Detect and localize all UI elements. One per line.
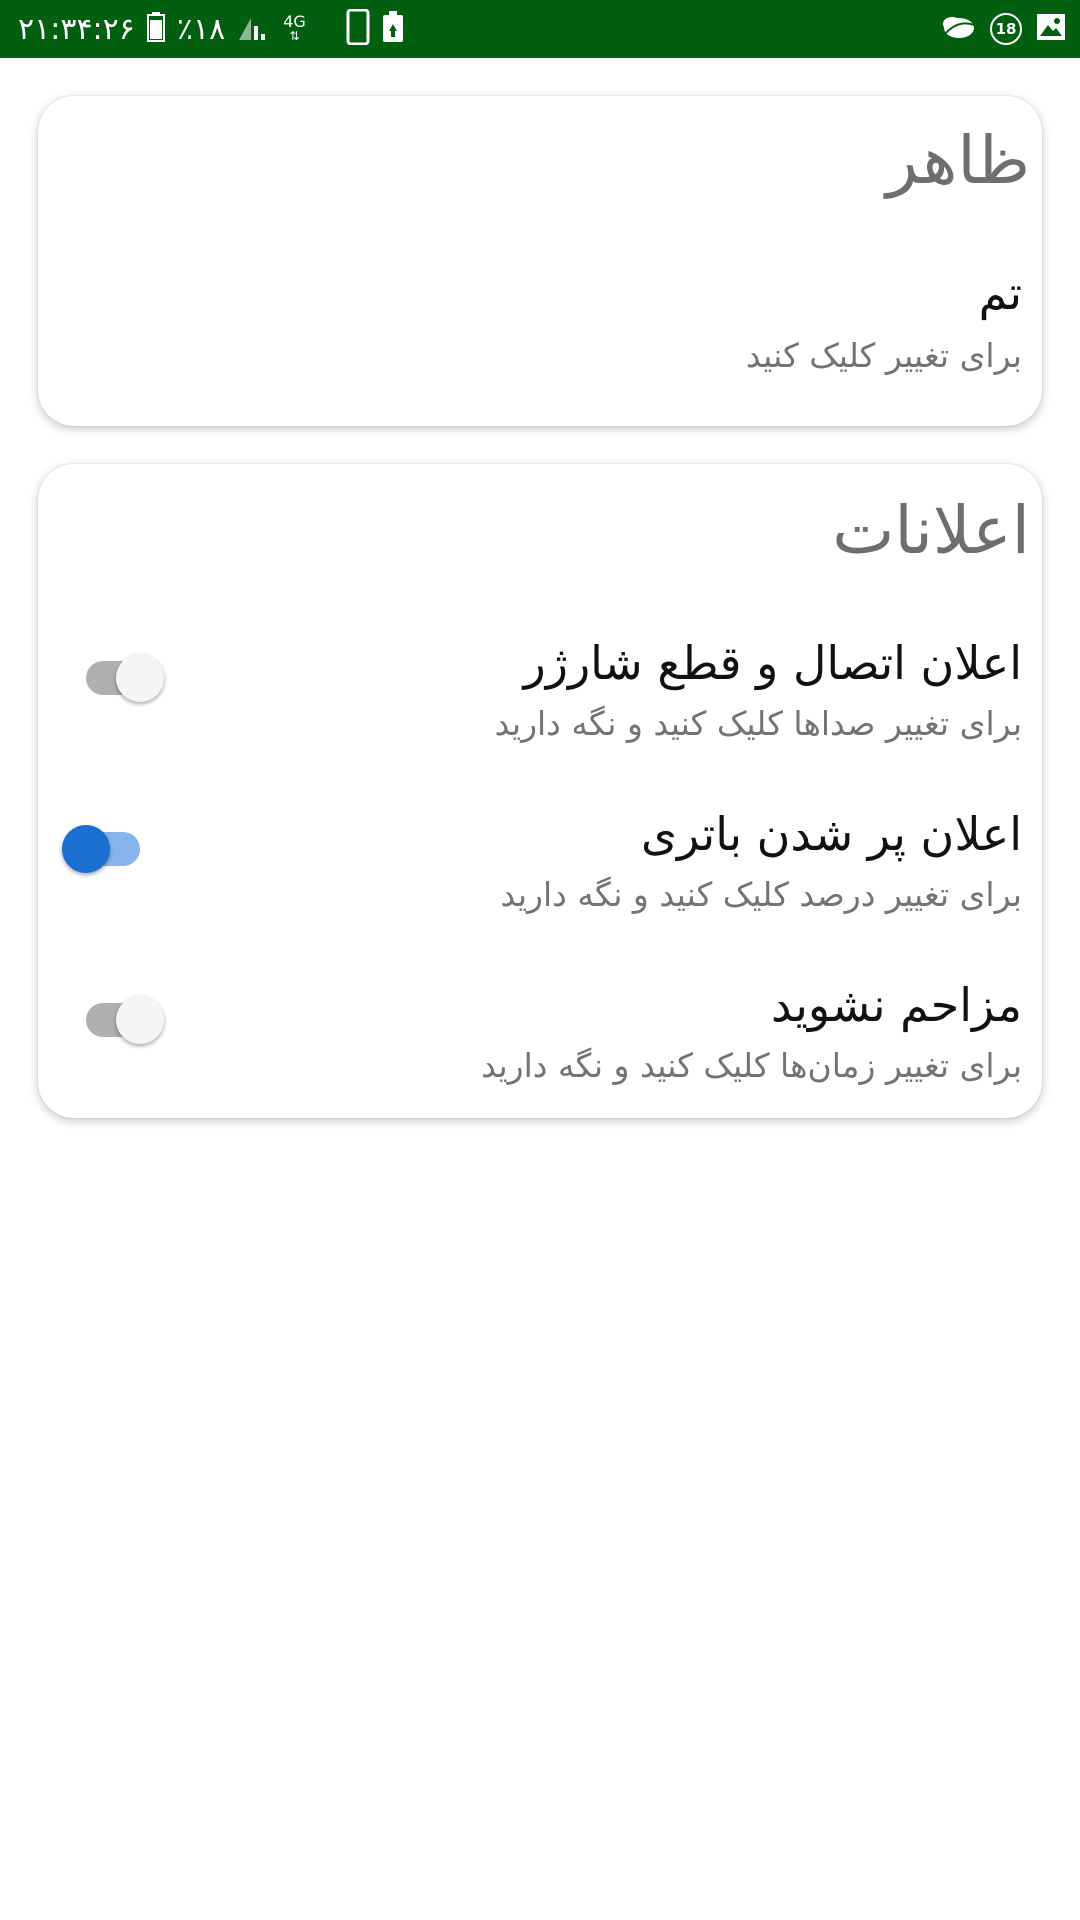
status-bar: ۲۱:۳۴:۲۶ ٪۱۸ 4G ⇅ 18 (0, 0, 1080, 58)
battery-percent: ٪۱۸ (176, 11, 226, 47)
image-icon (1036, 13, 1066, 45)
do-not-disturb-summary: برای تغییر زمان‌ها کلیک کنید و نگه دارید (481, 1046, 1022, 1085)
switch-thumb (116, 996, 164, 1044)
signal-icon (237, 12, 271, 46)
battery-icon (146, 12, 165, 46)
charger-notification-title: اعلان اتصال و قطع شارژر (523, 636, 1022, 690)
status-bar-left: ۲۱:۳۴:۲۶ ٪۱۸ 4G ⇅ (18, 0, 404, 58)
appearance-card: ظاهر تم برای تغییر کلیک کنید (38, 96, 1042, 426)
do-not-disturb-switch[interactable] (74, 992, 164, 1048)
battery-full-notification-title: اعلان پر شدن باتری (641, 807, 1022, 861)
switch-thumb (62, 825, 110, 873)
battery-full-notification-summary: برای تغییر درصد کلیک کنید و نگه دارید (500, 875, 1022, 914)
status-bar-right: 18 (940, 0, 1066, 58)
theme-summary: برای تغییر کلیک کنید (745, 336, 1022, 375)
charger-notification-preference[interactable]: اعلان اتصال و قطع شارژر برای تغییر صداها… (38, 636, 1042, 786)
network-type-icon: 4G ⇅ (283, 12, 306, 44)
do-not-disturb-title: مزاحم نشوید (770, 978, 1022, 1032)
notification-count-badge: 18 (990, 13, 1022, 45)
notifications-card: اعلانات اعلان اتصال و قطع شارژر برای تغی… (38, 464, 1042, 1118)
section-title-appearance: ظاهر (886, 122, 1030, 199)
battery-full-notification-switch[interactable] (62, 821, 152, 877)
phone-icon (346, 8, 370, 49)
theme-preference[interactable]: تم برای تغییر کلیک کنید (38, 256, 1042, 406)
theme-title: تم (978, 266, 1022, 320)
battery-saver-icon (382, 11, 404, 47)
section-title-notifications: اعلانات (832, 492, 1030, 569)
cloud-icon (940, 13, 976, 45)
charger-notification-summary: برای تغییر صداها کلیک کنید و نگه دارید (494, 704, 1022, 743)
switch-thumb (116, 654, 164, 702)
do-not-disturb-preference[interactable]: مزاحم نشوید برای تغییر زمان‌ها کلیک کنید… (38, 978, 1042, 1128)
charger-notification-switch[interactable] (74, 650, 164, 706)
status-time: ۲۱:۳۴:۲۶ (18, 11, 135, 47)
battery-full-notification-preference[interactable]: اعلان پر شدن باتری برای تغییر درصد کلیک … (38, 807, 1042, 957)
